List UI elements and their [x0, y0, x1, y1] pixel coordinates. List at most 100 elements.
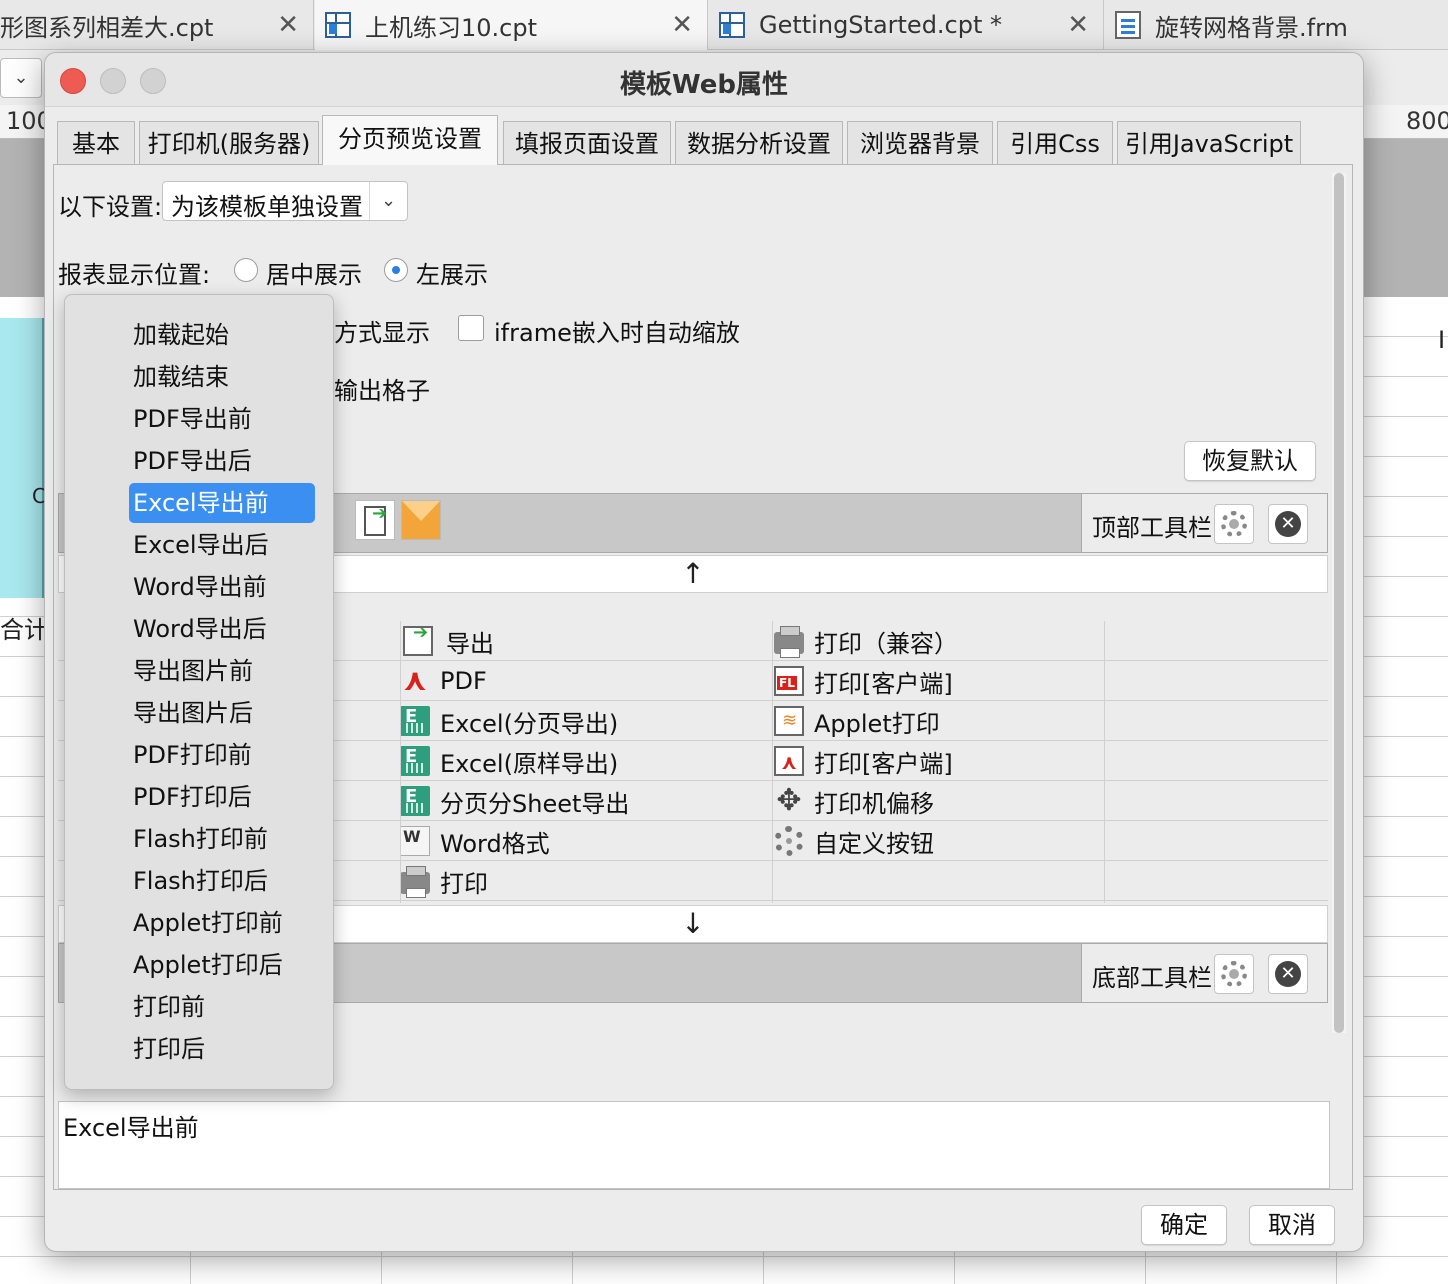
tab-fill-page[interactable]: 填报页面设置: [503, 121, 671, 165]
ruler-label-right: 800: [1406, 107, 1448, 135]
menu-item-event[interactable]: Flash打印前: [129, 819, 315, 859]
menu-item-event[interactable]: 导出图片前: [129, 651, 315, 691]
scope-label: 以下设置:: [58, 193, 163, 221]
column-divider: [400, 621, 401, 903]
list-item-label: 打印: [440, 869, 488, 898]
scope-select-value: 为该模板单独设置: [171, 193, 363, 221]
doc-tab-4[interactable]: 旋转网格背景.frm: [1105, 0, 1448, 50]
position-label: 报表显示位置:: [58, 261, 211, 289]
doc-tab-1[interactable]: 形图系列相差大.cpt ✕: [0, 0, 314, 50]
tab-page-preview[interactable]: 分页预览设置: [322, 115, 498, 165]
list-item-printer-offset[interactable]: ✥ 打印机偏移: [774, 781, 934, 821]
tab-ref-javascript[interactable]: 引用JavaScript: [1117, 121, 1301, 165]
list-item-print-compat[interactable]: 打印（兼容）: [774, 621, 958, 661]
doc-tab-3[interactable]: GettingStarted.cpt * ✕: [709, 0, 1104, 50]
column-divider: [772, 621, 773, 903]
list-item-applet-print[interactable]: Applet打印: [774, 701, 940, 741]
list-item-label: 打印（兼容）: [814, 629, 958, 658]
close-icon[interactable]: ✕: [277, 10, 299, 40]
list-item-custom-button[interactable]: 自定义按钮: [774, 821, 934, 861]
top-toolbar-label: 顶部工具栏: [1092, 514, 1212, 542]
event-script-editor[interactable]: Excel导出前: [58, 1101, 1330, 1189]
event-dropdown-menu: 加载起始 加载结束 PDF导出前 PDF导出后 Excel导出前 Excel导出后 Word…: [64, 294, 334, 1090]
radio-center[interactable]: [234, 258, 258, 282]
close-icon[interactable]: ✕: [1067, 10, 1089, 40]
selected-cells: [0, 318, 44, 598]
menu-item-event[interactable]: 加载起始: [129, 315, 315, 355]
menu-item-event[interactable]: PDF导出后: [129, 441, 315, 481]
list-item-label: PDF: [440, 667, 487, 695]
list-item-excel-paged[interactable]: Excel(分页导出): [400, 701, 618, 741]
menu-item-event[interactable]: Word导出后: [129, 609, 315, 649]
tab-basic[interactable]: 基本: [57, 121, 135, 165]
iframe-autoscale-label: iframe嵌入时自动缩放: [494, 319, 740, 347]
menu-item-event[interactable]: 加载结束: [129, 357, 315, 397]
menu-item-event[interactable]: PDF打印前: [129, 735, 315, 775]
menu-item-event[interactable]: Applet打印后: [129, 945, 315, 985]
scope-select[interactable]: 为该模板单独设置 ⌄: [162, 181, 408, 221]
close-icon[interactable]: ✕: [671, 10, 693, 40]
restore-default-button[interactable]: 恢复默认: [1184, 441, 1316, 481]
menu-item-event[interactable]: 导出图片后: [129, 693, 315, 733]
cell-total: 合计: [0, 616, 48, 644]
panel-scrollbar[interactable]: [1332, 173, 1346, 1033]
list-item-excel-original[interactable]: Excel(原样导出): [400, 741, 618, 781]
menu-item-event[interactable]: 打印前: [129, 987, 315, 1027]
export-icon[interactable]: [355, 500, 395, 540]
iframe-autoscale-checkbox[interactable]: [458, 315, 484, 341]
tab-printer-server[interactable]: 打印机(服务器): [139, 121, 319, 165]
dialog-titlebar: 模板Web属性: [45, 53, 1363, 107]
list-item-label: 打印[客户端]: [814, 749, 953, 778]
chevron-down-icon: ⌄: [369, 182, 407, 220]
radio-center-label: 居中展示: [266, 261, 362, 289]
list-item-label: Word格式: [440, 829, 550, 858]
tab-data-analysis[interactable]: 数据分析设置: [675, 121, 843, 165]
close-icon: ✕: [1275, 511, 1301, 537]
mail-icon[interactable]: [401, 500, 441, 540]
output-cells-label: 输出格子: [334, 377, 430, 405]
report-file-icon: [719, 12, 745, 38]
top-toolbar-settings-button[interactable]: [1214, 504, 1254, 544]
bottom-toolbar-settings-button[interactable]: [1214, 954, 1254, 994]
list-item-label: 打印机偏移: [814, 789, 934, 818]
list-item-print-client-pdf[interactable]: 打印[客户端]: [774, 741, 953, 781]
excel-icon: [400, 706, 430, 736]
gear-icon: [1221, 961, 1247, 987]
column-divider: [1104, 621, 1105, 903]
printer-icon: [774, 626, 804, 658]
menu-item-event[interactable]: Excel导出后: [129, 525, 315, 565]
menu-item-event[interactable]: 打印后: [129, 1029, 315, 1069]
menu-item-event[interactable]: PDF导出前: [129, 399, 315, 439]
list-item-label: 分页分Sheet导出: [440, 789, 630, 818]
menu-item-event[interactable]: Excel导出前: [129, 483, 315, 523]
radio-left[interactable]: [384, 258, 408, 282]
chevron-down-icon[interactable]: ⌄: [0, 58, 42, 98]
menu-item-event[interactable]: Flash打印后: [129, 861, 315, 901]
top-toolbar-remove-button[interactable]: ✕: [1268, 504, 1308, 544]
close-icon: ✕: [1275, 961, 1301, 987]
list-item-pdf[interactable]: ⋏ PDF: [400, 661, 487, 701]
list-item-label: 自定义按钮: [814, 829, 934, 858]
export-icon: [403, 622, 433, 656]
list-item-print[interactable]: 打印: [400, 861, 488, 901]
pdf-print-icon: [774, 746, 804, 776]
list-item-word[interactable]: Word格式: [400, 821, 550, 861]
cell-right: I: [1438, 326, 1446, 354]
flash-print-icon: [774, 666, 804, 696]
bottom-toolbar-label: 底部工具栏: [1092, 964, 1212, 992]
menu-item-event[interactable]: PDF打印后: [129, 777, 315, 817]
tab-ref-css[interactable]: 引用Css: [997, 121, 1113, 165]
doc-tab-2[interactable]: 上机练习10.cpt ✕: [315, 0, 708, 50]
list-item-print-client-flash[interactable]: 打印[客户端]: [774, 661, 953, 701]
bottom-toolbar-remove-button[interactable]: ✕: [1268, 954, 1308, 994]
top-toolbar-config: 顶部工具栏 ✕: [1081, 494, 1327, 552]
menu-item-event[interactable]: Applet打印前: [129, 903, 315, 943]
cancel-button[interactable]: 取消: [1249, 1205, 1335, 1245]
menu-item-event[interactable]: Word导出前: [129, 567, 315, 607]
doc-tab-3-label: GettingStarted.cpt *: [759, 11, 1003, 39]
list-item-sheet-export[interactable]: 分页分Sheet导出: [400, 781, 629, 821]
ok-button[interactable]: 确定: [1141, 1205, 1227, 1245]
move-icon: ✥: [776, 783, 802, 818]
list-item-export[interactable]: 导出: [400, 621, 494, 661]
tab-browser-background[interactable]: 浏览器背景: [847, 121, 993, 165]
